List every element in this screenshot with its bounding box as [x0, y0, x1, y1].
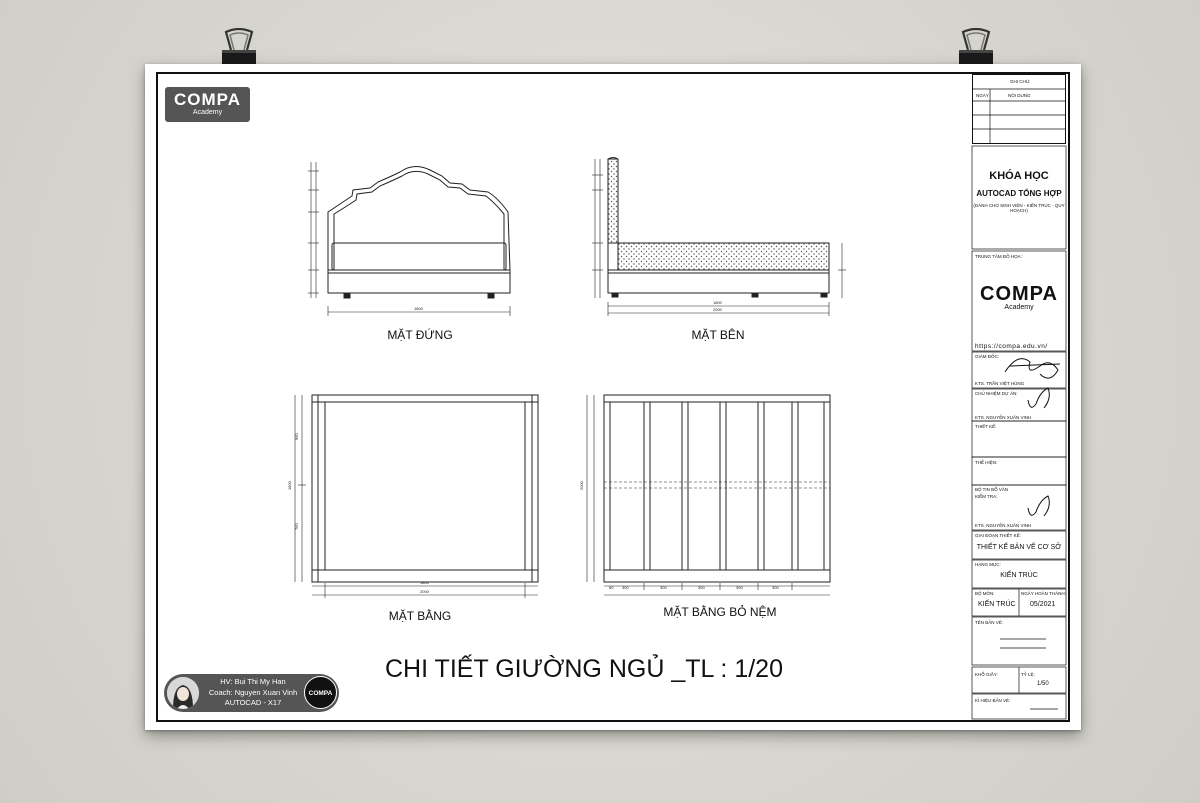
notes-col-content: NỘI DUNG	[1008, 93, 1031, 98]
dept-value: KIẾN TRÚC	[978, 601, 1016, 608]
pm-label: CHỦ NHIỆM DỰ ÁN:	[975, 391, 1018, 396]
title-block-logo-sub: Academy	[1004, 304, 1034, 311]
checker-label: KIỂM TRA:	[975, 494, 998, 499]
checker-name: KTS. NGUYỄN XUÂN VINH	[975, 523, 1032, 528]
director-name: KTS. TRẦN VIỆT HÙNG	[975, 381, 1025, 386]
course-subtitle: AUTOCAD TỔNG HỢP	[976, 189, 1062, 198]
course-audience: (DÀNH CHO SINH VIÊN - KIẾN TRÚC - QUY HO…	[973, 203, 1065, 213]
course-title: KHÓA HỌC	[989, 170, 1049, 182]
center-label: TRUNG TÂM ĐỒ HỌA:	[975, 254, 1022, 259]
date-label: NGÀY HOÀN THÀNH:	[1021, 591, 1066, 596]
scale-label: TỶ LỆ:	[1021, 672, 1035, 677]
pm-name: KTS. NGUYỄN XUÂN VINH	[975, 415, 1032, 420]
title-block-logo: COMPA Academy	[972, 284, 1066, 311]
website-url: https://compa.edu.vn/	[975, 343, 1048, 350]
notes-col-date: NGÀY	[976, 93, 989, 98]
title-block-logo-text: COMPA	[980, 283, 1058, 305]
design-label: THIẾT KẾ:	[975, 424, 997, 429]
drafter-label: THỂ HIỆN:	[975, 460, 998, 465]
category-label: HẠNG MỤC:	[975, 562, 1001, 567]
page-label: KHỔ GIẤY:	[975, 672, 998, 677]
drawing-no-label: KÍ HIỆU BẢN VẼ:	[975, 698, 1011, 703]
dept-label: BỘ MÔN:	[975, 591, 995, 596]
phase-label: GIAI ĐOẠN THIẾT KẾ:	[975, 533, 1021, 538]
date-value: 05/2021	[1030, 601, 1056, 608]
phase-value: THIẾT KẾ BẢN VẼ CƠ SỞ	[976, 544, 1062, 551]
director-label: GIÁM ĐỐC:	[975, 354, 1000, 359]
notes-header: GHI CHÚ:	[1010, 79, 1031, 84]
scale-value: 1/50	[1037, 681, 1049, 687]
title-block-lines	[971, 88, 1067, 720]
checker-section: BỘ TIN BỔ VĂN	[975, 487, 1009, 492]
drawing-name-label: TÊN BẢN VẼ:	[975, 620, 1004, 625]
category-value: KIẾN TRÚC	[1000, 572, 1038, 579]
